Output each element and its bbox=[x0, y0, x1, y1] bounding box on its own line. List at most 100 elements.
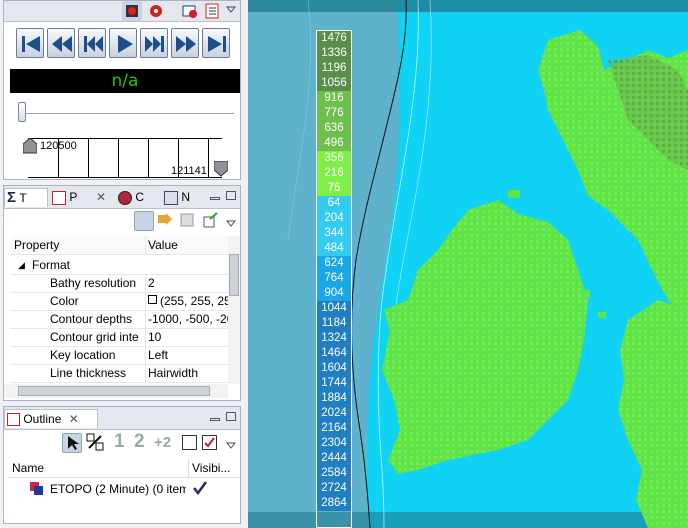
range-start-handle[interactable] bbox=[22, 137, 38, 154]
property-row[interactable]: Bathy resolution 2 bbox=[10, 274, 228, 293]
categories-icon[interactable] bbox=[134, 211, 154, 231]
tab-color-label: C bbox=[135, 190, 145, 204]
maximize-icon[interactable] bbox=[226, 191, 236, 200]
legend-entry: 1184 bbox=[317, 316, 351, 331]
layer-icon bbox=[30, 482, 44, 496]
pin-icon[interactable] bbox=[202, 211, 222, 231]
property-value[interactable]: Left bbox=[148, 346, 228, 364]
view-menu-icon[interactable] bbox=[225, 3, 237, 13]
layer-row[interactable]: ETOPO (2 Minute) (0 items) bbox=[8, 479, 240, 499]
layer-name: ETOPO (2 Minute) (0 items) bbox=[50, 482, 186, 496]
property-row[interactable]: Color (255, 255, 255) bbox=[10, 292, 228, 311]
legend-entry: 1464 bbox=[317, 346, 351, 361]
tab-time-label: T bbox=[19, 191, 27, 205]
property-row[interactable]: Contour grid inte 10 bbox=[10, 328, 228, 347]
close-icon[interactable]: ✕ bbox=[69, 412, 79, 426]
left-sidebar: n/a 120500 121141 Σ T P ✕ C N Property V… bbox=[0, 0, 248, 528]
legend-entry: 1196 bbox=[317, 61, 351, 76]
properties-toolbar bbox=[4, 209, 240, 233]
depth-legend: 1476 1336 1196 1056 916 776 636 496 356 216 76 64 20… bbox=[316, 30, 352, 528]
color-value: (255, 255, 255) bbox=[160, 294, 228, 308]
range-end-handle[interactable] bbox=[213, 160, 229, 177]
property-value[interactable]: 2 bbox=[148, 274, 228, 292]
stop-record-icon[interactable] bbox=[146, 1, 166, 21]
tab-navigator-label: N bbox=[181, 190, 191, 204]
tab-properties-label: P bbox=[69, 190, 78, 204]
outline-table: Name Visibi... ETOPO (2 Minute) (0 items… bbox=[8, 459, 240, 507]
tab-navigator[interactable]: N bbox=[162, 188, 200, 206]
first-frame-button[interactable] bbox=[16, 28, 44, 58]
play-button[interactable] bbox=[109, 28, 137, 58]
legend-entry: 2024 bbox=[317, 406, 351, 421]
property-value[interactable]: Hairwidth bbox=[148, 364, 228, 382]
property-value[interactable]: -1000, -500, -200 bbox=[148, 310, 228, 328]
minimize-icon[interactable] bbox=[210, 197, 220, 200]
outline-tabbar: Outline ✕ bbox=[4, 407, 240, 430]
step-back-button[interactable] bbox=[78, 28, 106, 58]
properties-panel: Σ T P ✕ C N Property Value ◢ Format Bath… bbox=[3, 185, 241, 401]
properties-header: Property Value bbox=[10, 236, 228, 255]
list-icon[interactable] bbox=[202, 1, 222, 21]
minimize-icon[interactable] bbox=[210, 418, 220, 421]
property-name: Contour grid inte bbox=[10, 328, 146, 346]
view-menu-icon[interactable] bbox=[225, 217, 237, 231]
time-controller-panel: n/a 120500 121141 bbox=[3, 0, 241, 180]
level-plus-two-button[interactable]: +2 bbox=[154, 434, 171, 451]
horizontal-scrollbar[interactable] bbox=[4, 384, 228, 398]
property-value[interactable]: 10 bbox=[148, 328, 228, 346]
restore-default-icon[interactable] bbox=[178, 211, 198, 231]
close-icon[interactable]: ✕ bbox=[96, 188, 106, 206]
legend-entry: 776 bbox=[317, 106, 351, 121]
snapshot-icon[interactable] bbox=[180, 1, 200, 21]
time-toolbar bbox=[4, 1, 240, 22]
tab-time[interactable]: Σ T bbox=[4, 188, 48, 207]
property-group[interactable]: ◢ Format bbox=[10, 256, 228, 275]
legend-entry: 496 bbox=[317, 136, 351, 151]
property-value[interactable]: (255, 255, 255) bbox=[148, 292, 228, 310]
tab-properties[interactable]: P ✕ bbox=[50, 188, 112, 206]
outline-panel: Outline ✕ 1 2 +2 Name Visibi... ETOPO (2… bbox=[3, 406, 241, 524]
maximize-icon[interactable] bbox=[226, 412, 236, 421]
properties-table: Property Value ◢ Format Bathy resolution… bbox=[4, 236, 228, 388]
range-start-label: 120500 bbox=[40, 140, 77, 152]
collapse-icon[interactable]: ◢ bbox=[18, 256, 25, 274]
sigma-icon: Σ bbox=[7, 189, 17, 206]
view-menu-icon[interactable] bbox=[225, 439, 237, 453]
time-slider-track[interactable] bbox=[22, 113, 234, 114]
vertical-scrollbar[interactable] bbox=[228, 236, 240, 384]
advanced-icon[interactable] bbox=[156, 211, 176, 231]
uncheck-icon[interactable] bbox=[182, 435, 197, 450]
visible-check-icon[interactable] bbox=[192, 481, 208, 498]
legend-entry: 2864 bbox=[317, 496, 351, 511]
level-one-button[interactable]: 1 bbox=[114, 431, 125, 453]
legend-entry: 1604 bbox=[317, 361, 351, 376]
map-view[interactable] bbox=[248, 0, 688, 528]
properties-icon bbox=[52, 190, 66, 205]
legend-entry: 204 bbox=[317, 211, 351, 226]
link-tool-icon[interactable] bbox=[86, 433, 106, 453]
step-forward-button[interactable] bbox=[140, 28, 168, 58]
property-row[interactable]: Key location Left bbox=[10, 346, 228, 365]
step-forward-fast-button[interactable] bbox=[171, 28, 199, 58]
legend-entry: 2444 bbox=[317, 451, 351, 466]
level-two-button[interactable]: 2 bbox=[134, 431, 145, 453]
time-slider-thumb[interactable] bbox=[18, 102, 26, 122]
select-tool-icon[interactable] bbox=[62, 433, 82, 453]
outline-icon bbox=[7, 413, 20, 427]
record-icon[interactable] bbox=[122, 1, 142, 21]
property-name: Contour depths bbox=[10, 310, 146, 328]
legend-entry: 76 bbox=[317, 181, 351, 196]
check-all-icon[interactable] bbox=[202, 435, 217, 450]
step-back-fast-button[interactable] bbox=[47, 28, 75, 58]
visibility-header: Visibi... bbox=[192, 461, 231, 475]
tab-outline[interactable]: Outline ✕ bbox=[4, 409, 98, 428]
legend-entry: 484 bbox=[317, 241, 351, 256]
last-frame-button[interactable] bbox=[202, 28, 230, 58]
property-row[interactable]: Line thickness Hairwidth bbox=[10, 364, 228, 383]
name-header: Name bbox=[12, 461, 45, 475]
tab-color[interactable]: C bbox=[116, 188, 154, 206]
property-row[interactable]: Contour depths -1000, -500, -200 bbox=[10, 310, 228, 329]
legend-entry: 904 bbox=[317, 286, 351, 301]
legend-entry: 1336 bbox=[317, 46, 351, 61]
bathymetry-map[interactable] bbox=[248, 0, 688, 528]
